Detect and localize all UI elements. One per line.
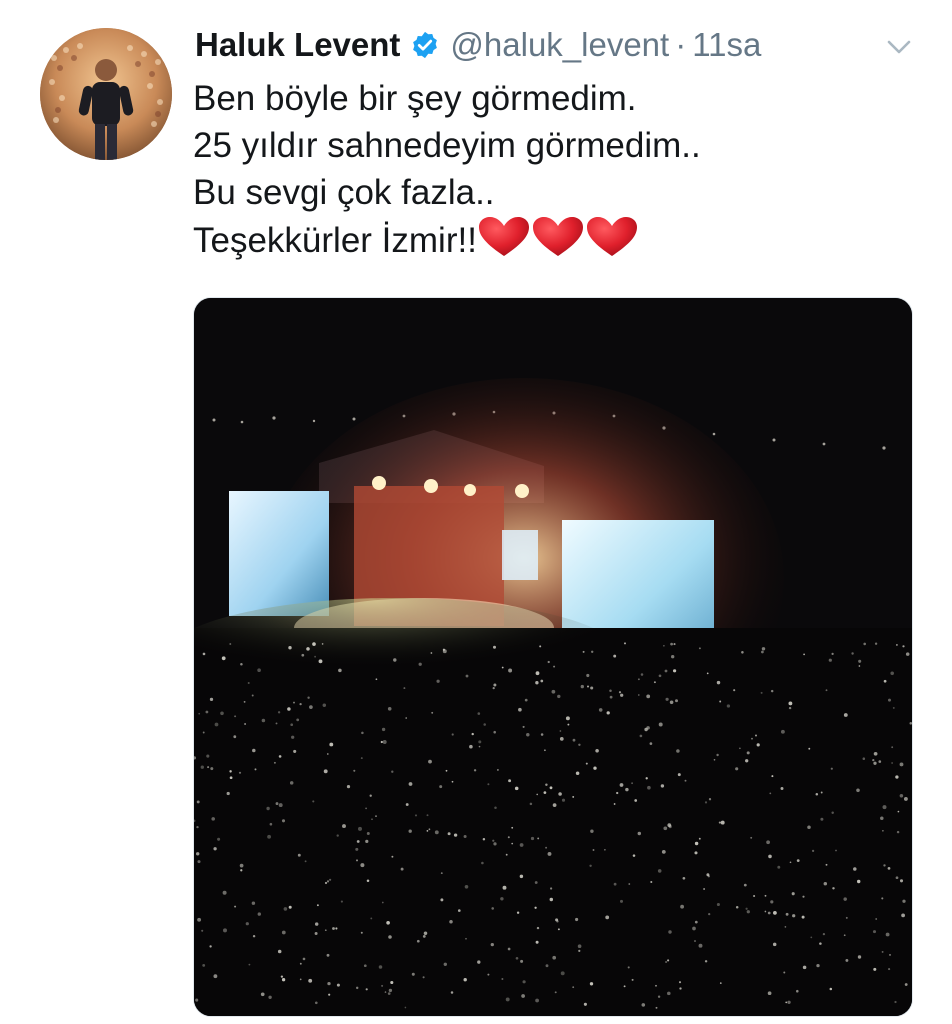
tweet-text-line: Bu sevgi çok fazla.. <box>193 173 495 212</box>
author-name[interactable]: Haluk Levent <box>195 26 400 64</box>
tweet-text-line: Teşekkürler İzmir!! <box>193 221 477 260</box>
tweet-text-line: Ben böyle bir şey görmedim. <box>193 79 637 118</box>
tweet-text-line-last: Teşekkürler İzmir!! <box>193 216 701 272</box>
tweet-card[interactable]: Haluk Levent @haluk_levent · 11sa Ben bö… <box>0 0 952 1024</box>
red-heart-icon <box>478 217 529 256</box>
red-heart-icon <box>532 217 583 256</box>
hearts-emoji-group <box>477 216 639 272</box>
tweet-timestamp[interactable]: 11sa <box>692 26 761 64</box>
author-avatar[interactable] <box>40 28 172 160</box>
separator-dot: · <box>675 26 687 63</box>
chevron-down-icon[interactable] <box>882 30 916 64</box>
tweet-media-video[interactable] <box>193 297 913 1017</box>
tweet-header: Haluk Levent @haluk_levent · 11sa <box>195 22 761 68</box>
red-heart-icon <box>586 217 637 256</box>
tweet-text-line: 25 yıldır sahnedeyim görmedim.. <box>193 126 701 165</box>
verified-badge-icon <box>410 30 440 60</box>
author-handle[interactable]: @haluk_levent <box>450 26 669 64</box>
tweet-text: Ben böyle bir şey görmedim. 25 yıldır sa… <box>193 75 701 272</box>
